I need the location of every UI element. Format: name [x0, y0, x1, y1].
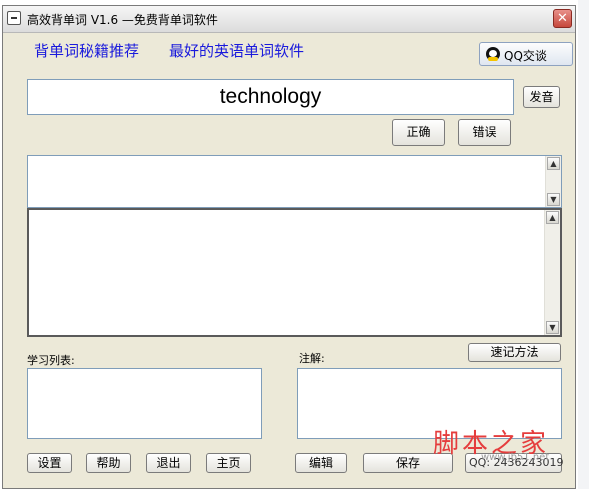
link-memory-tips[interactable]: 背单词秘籍推荐	[34, 40, 139, 61]
qq-chat-button[interactable]: QQ交谈	[479, 42, 573, 66]
home-button[interactable]: 主页	[206, 453, 251, 473]
study-list[interactable]	[27, 368, 262, 439]
edit-button[interactable]: 编辑	[295, 453, 347, 473]
scroll-down-icon[interactable]: ▼	[546, 321, 559, 334]
help-button[interactable]: 帮助	[86, 453, 131, 473]
scroll-up-icon[interactable]: ▲	[547, 157, 560, 170]
notes-label: 注解:	[299, 352, 325, 365]
scroll-down-icon[interactable]: ▼	[547, 193, 560, 206]
link-best-software[interactable]: 最好的英语单词软件	[169, 40, 304, 61]
current-word-display: technology	[27, 79, 514, 115]
qq-chat-label: QQ交谈	[504, 49, 547, 63]
taskbar-strip	[0, 489, 589, 500]
watermark-url: www.jb51.net	[481, 452, 550, 463]
app-window: 高效背单词 V1.6 —免费背单词软件 ✕ 背单词秘籍推荐 最好的英语单词软件 …	[2, 5, 576, 489]
desktop-background	[578, 0, 589, 500]
system-menu-icon[interactable]	[7, 11, 21, 25]
window-title: 高效背单词 V1.6 —免费背单词软件	[27, 13, 218, 27]
definition-scrollbar[interactable]: ▲ ▼	[545, 156, 561, 207]
definition-textarea[interactable]: ▲ ▼	[27, 155, 562, 208]
qq-penguin-icon	[486, 47, 500, 61]
example-scrollbar[interactable]: ▲ ▼	[544, 210, 560, 335]
memory-method-button[interactable]: 速记方法	[468, 343, 561, 362]
scroll-up-icon[interactable]: ▲	[546, 211, 559, 224]
title-bar: 高效背单词 V1.6 —免费背单词软件 ✕	[3, 6, 575, 33]
correct-button[interactable]: 正确	[392, 119, 445, 146]
exit-button[interactable]: 退出	[146, 453, 191, 473]
wrong-button[interactable]: 错误	[458, 119, 511, 146]
example-textarea[interactable]: ▲ ▼	[27, 208, 562, 337]
settings-button[interactable]: 设置	[27, 453, 72, 473]
close-button[interactable]: ✕	[553, 9, 572, 28]
pronounce-button[interactable]: 发音	[523, 86, 560, 108]
study-list-label: 学习列表:	[27, 354, 75, 367]
